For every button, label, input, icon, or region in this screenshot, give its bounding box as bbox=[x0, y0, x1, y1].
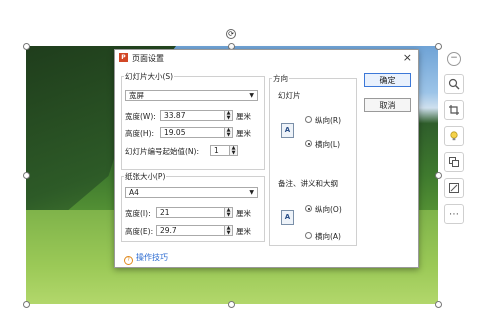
slides-orientation-label: 幻灯片 bbox=[278, 91, 301, 100]
app-logo-icon: P bbox=[119, 53, 128, 62]
tips-link[interactable]: ? 操作技巧 bbox=[124, 252, 168, 265]
resize-handle-mr[interactable] bbox=[435, 172, 442, 179]
slide-height-label: 高度(H): bbox=[125, 129, 155, 138]
slide-size-group-label: 幻灯片大小(S) bbox=[124, 71, 175, 82]
slide-start-number-stepper[interactable]: ▲ ▼ bbox=[230, 145, 238, 156]
slide-width-stepper[interactable]: ▲ ▼ bbox=[225, 110, 233, 121]
slide-height-unit: 厘米 bbox=[236, 129, 251, 138]
slide-width-label: 宽度(W): bbox=[125, 112, 156, 121]
resize-handle-ml[interactable] bbox=[23, 172, 30, 179]
resize-handle-bm[interactable] bbox=[228, 301, 235, 308]
zoom-icon[interactable] bbox=[444, 74, 464, 94]
minus-icon[interactable]: − bbox=[447, 52, 461, 66]
notes-landscape-radio[interactable] bbox=[305, 232, 312, 239]
page-setup-dialog: P 页面设置 × 幻灯片大小(S) 宽屏 ▼ 宽度(W): 33.87 ▲ ▼ 厘… bbox=[114, 49, 419, 268]
side-toolbar: − ⋯ bbox=[444, 52, 464, 230]
copy-icon[interactable] bbox=[444, 152, 464, 172]
paper-width-unit: 厘米 bbox=[236, 209, 251, 218]
dialog-titlebar[interactable]: P 页面设置 × bbox=[115, 50, 418, 66]
paper-width-stepper[interactable]: ▲ ▼ bbox=[225, 207, 233, 218]
notes-portrait-label[interactable]: 纵向(O) bbox=[315, 204, 342, 215]
chevron-down-icon: ▼ bbox=[249, 92, 254, 99]
slide-height-field[interactable]: 19.05 bbox=[160, 127, 225, 138]
chevron-down-icon: ▼ bbox=[249, 189, 254, 196]
slide-height-stepper[interactable]: ▲ ▼ bbox=[225, 127, 233, 138]
ok-button[interactable]: 确定 bbox=[364, 73, 411, 87]
paper-height-stepper[interactable]: ▲ ▼ bbox=[225, 225, 233, 236]
portrait-page-icon: A bbox=[281, 210, 294, 225]
resize-handle-br[interactable] bbox=[435, 301, 442, 308]
slides-portrait-label[interactable]: 纵向(R) bbox=[315, 115, 341, 126]
orientation-group-label: 方向 bbox=[272, 73, 289, 84]
paper-height-unit: 厘米 bbox=[236, 227, 251, 236]
slide-size-select[interactable]: 宽屏 ▼ bbox=[125, 90, 258, 101]
slides-landscape-radio[interactable] bbox=[305, 140, 312, 147]
border-icon[interactable] bbox=[444, 178, 464, 198]
notes-orientation-label: 备注、讲义和大纲 bbox=[278, 179, 338, 188]
bulb-icon[interactable] bbox=[444, 126, 464, 146]
crop-icon[interactable] bbox=[444, 100, 464, 120]
dialog-title: 页面设置 bbox=[132, 54, 164, 63]
slides-portrait-radio[interactable] bbox=[305, 116, 312, 123]
paper-height-field[interactable]: 29.7 bbox=[156, 225, 225, 236]
paper-size-select[interactable]: A4 ▼ bbox=[125, 187, 258, 198]
slide-start-number-label: 幻灯片编号起始值(N): bbox=[125, 147, 199, 156]
resize-handle-bl[interactable] bbox=[23, 301, 30, 308]
close-icon[interactable]: × bbox=[403, 51, 412, 64]
notes-landscape-label[interactable]: 横向(A) bbox=[315, 231, 341, 242]
tips-icon: ? bbox=[124, 256, 133, 265]
resize-handle-tl[interactable] bbox=[23, 43, 30, 50]
landscape-page-icon: A bbox=[281, 123, 294, 138]
slide-size-selected: 宽屏 bbox=[129, 91, 144, 100]
cancel-button[interactable]: 取消 bbox=[364, 98, 411, 112]
resize-handle-tr[interactable] bbox=[435, 43, 442, 50]
paper-size-selected: A4 bbox=[129, 188, 139, 197]
tips-label: 操作技巧 bbox=[136, 253, 168, 262]
paper-height-label: 高度(E): bbox=[125, 227, 154, 236]
slide-width-unit: 厘米 bbox=[236, 112, 251, 121]
notes-portrait-radio[interactable] bbox=[305, 205, 312, 212]
paper-width-field[interactable]: 21 bbox=[156, 207, 225, 218]
slides-landscape-label[interactable]: 横向(L) bbox=[315, 139, 340, 150]
more-icon[interactable]: ⋯ bbox=[444, 204, 464, 224]
rotate-handle-icon[interactable]: ⟳ bbox=[226, 29, 236, 39]
paper-size-group-label: 纸张大小(P) bbox=[124, 171, 167, 182]
paper-width-label: 宽度(I): bbox=[125, 209, 151, 218]
slide-start-number-field[interactable]: 1 bbox=[210, 145, 230, 156]
slide-width-field[interactable]: 33.87 bbox=[160, 110, 225, 121]
